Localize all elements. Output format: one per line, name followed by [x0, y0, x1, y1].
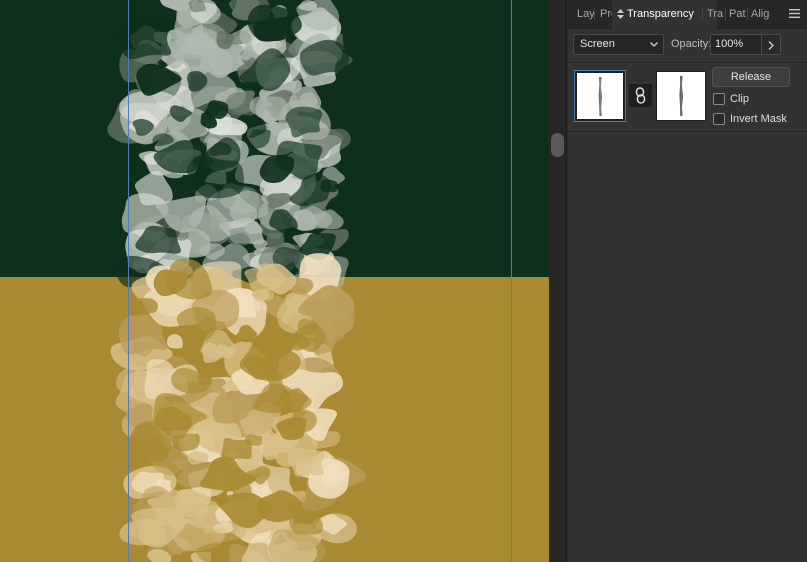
chevron-down-icon	[650, 42, 658, 47]
tab-pathfinder[interactable]: Pat	[726, 0, 747, 28]
clip-label: Clip	[730, 93, 749, 105]
opacity-mask-thumbnail[interactable]	[656, 71, 706, 121]
panel-dock-gutter	[549, 0, 567, 562]
blend-mode-value: Screen	[580, 38, 615, 50]
opacity-slider-button[interactable]	[762, 34, 781, 55]
blend-mode-dropdown[interactable]: Screen	[573, 34, 664, 55]
link-chain-icon	[635, 87, 646, 104]
chevron-right-icon	[768, 41, 774, 50]
artboard-guide-left	[128, 0, 129, 562]
artboard-guide-right	[511, 0, 512, 562]
camouflage-patch	[287, 447, 325, 477]
scrollbar-thumb[interactable]	[551, 133, 564, 157]
tab-align[interactable]: Alig	[748, 0, 771, 28]
mask-thumbnail	[679, 76, 683, 116]
section-divider	[568, 62, 807, 63]
camouflage-texture-artwork[interactable]	[0, 0, 549, 562]
release-button[interactable]: Release	[712, 67, 790, 87]
clip-checkbox[interactable]	[713, 93, 725, 105]
updown-arrows-icon	[617, 9, 624, 19]
camouflage-patch	[176, 306, 217, 342]
opacity-label: Opacity:	[671, 38, 712, 50]
tab-transparency-label: Transparency	[627, 8, 694, 20]
section-divider	[568, 131, 807, 132]
camouflage-patch	[221, 437, 252, 463]
invert-mask-label: Invert Mask	[730, 113, 787, 125]
artwork-thumbnail[interactable]	[574, 70, 626, 122]
tab-transform[interactable]: Tra	[703, 0, 725, 28]
opacity-input[interactable]: 100%	[710, 34, 762, 55]
camouflage-patch	[117, 16, 172, 60]
art-thumbnail	[598, 77, 602, 116]
panel-tab-bar: Lay Pro Transparency Tra Pat Alig	[568, 0, 807, 29]
document-canvas[interactable]	[0, 0, 549, 562]
mask-link-toggle[interactable]	[629, 84, 652, 107]
transparency-panel: Lay Pro Transparency Tra Pat Alig Screen…	[568, 0, 807, 562]
panel-menu-icon[interactable]	[789, 9, 800, 18]
camouflage-patch	[166, 333, 183, 349]
invert-mask-checkbox[interactable]	[713, 113, 725, 125]
